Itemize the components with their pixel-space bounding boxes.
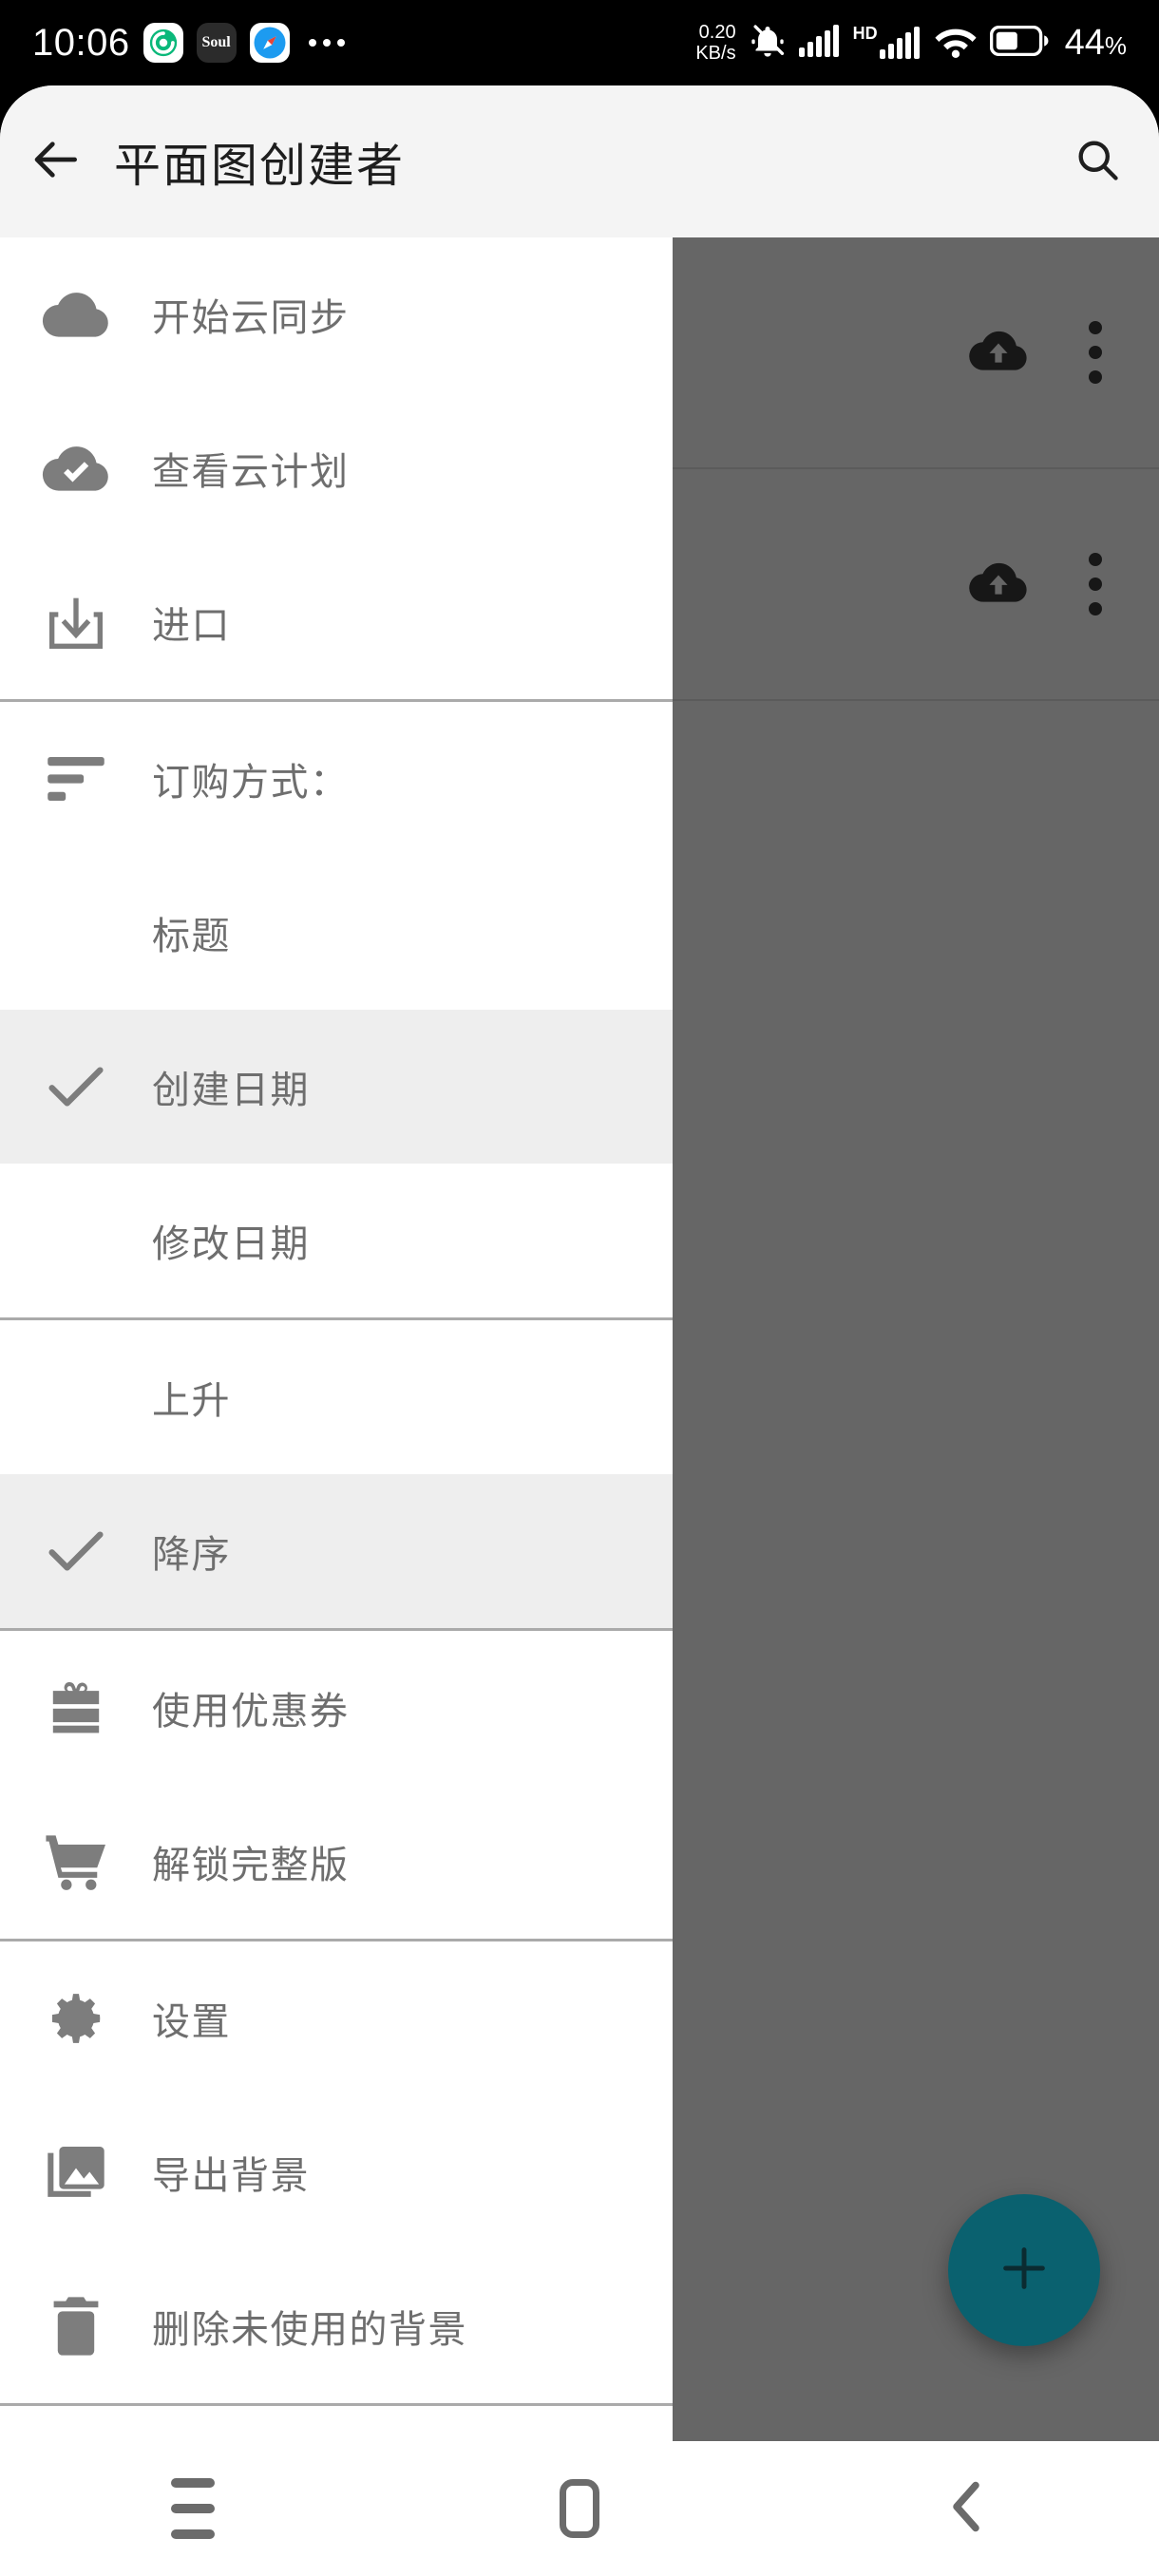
back-arrow-icon	[30, 133, 84, 191]
drawer-item-cloud-sync[interactable]: 开始云同步	[0, 237, 673, 391]
drawer-item-sort-create-date[interactable]: 创建日期	[0, 1010, 673, 1164]
drawer-scroll-container: 开始云同步 查看云计划 进口 订购方式： 标题 创建日期 修改日期 上升 降序 …	[0, 237, 673, 2441]
import-download-icon	[0, 592, 152, 653]
page-title: 平面图创建者	[114, 140, 406, 192]
drawer-item-label: 标题	[152, 916, 231, 957]
sort-icon	[0, 757, 152, 801]
image-export-icon	[0, 2143, 152, 2202]
chevron-left-icon	[942, 2478, 990, 2540]
cloud-check-icon	[0, 442, 152, 495]
drawer-item-label: 查看云计划	[152, 451, 350, 493]
status-bar-right: 0.20 KB/s HD 44%	[695, 22, 1127, 65]
drawer-item-import[interactable]: 进口	[0, 545, 673, 699]
silent-bell-icon	[749, 22, 787, 65]
status-bar-left: 10:06 Soul	[32, 22, 345, 65]
drawer-item-label: 开始云同步	[152, 297, 350, 339]
drawer-item-label: 使用优惠券	[152, 1691, 350, 1733]
add-plan-fab[interactable]	[948, 2194, 1100, 2346]
drawer-item-label: 降序	[152, 1534, 231, 1576]
drawer-item-label: 订购方式：	[152, 762, 350, 804]
drawer-item-order-ascending[interactable]: 上升	[0, 1320, 673, 1474]
cloud-icon	[0, 288, 152, 341]
data-rate-unit: KB/s	[695, 43, 736, 64]
check-icon	[0, 1060, 152, 1113]
drawer-item-sort-by[interactable]: 订购方式：	[0, 702, 673, 856]
data-rate: 0.20 KB/s	[695, 22, 735, 64]
battery-percent: 44%	[1064, 22, 1127, 63]
home-square-icon	[559, 2479, 599, 2538]
search-icon	[1073, 135, 1122, 189]
status-clock: 10:06	[32, 21, 130, 64]
content-area: 开始云同步 查看云计划 进口 订购方式： 标题 创建日期 修改日期 上升 降序 …	[0, 237, 1159, 2441]
wifi-icon	[934, 24, 978, 63]
system-nav-bar	[0, 2441, 1159, 2576]
drawer-item-label: 修改日期	[152, 1223, 310, 1265]
app-bar: 平面图创建者	[0, 85, 1159, 237]
drawer-item-label: 进口	[152, 605, 231, 647]
drawer-item-settings[interactable]: 设置	[0, 1941, 673, 2095]
check-icon	[0, 1525, 152, 1578]
compass-browser-icon	[249, 23, 290, 63]
hd-label-icon: HD	[853, 25, 922, 59]
search-button[interactable]	[1036, 135, 1159, 189]
drawer-item-label: 导出背景	[152, 2155, 310, 2197]
drawer-item-label: 设置	[152, 2001, 231, 2043]
drawer-item-partial[interactable]	[0, 2406, 673, 2441]
drawer-item-use-coupon[interactable]: 使用优惠券	[0, 1631, 673, 1785]
back-nav-button[interactable]	[871, 2441, 1061, 2576]
shopping-cart-icon	[0, 1832, 152, 1891]
battery-icon	[989, 25, 1049, 61]
drawer-item-label: 删除未使用的背景	[152, 2309, 467, 2351]
home-button[interactable]	[484, 2441, 674, 2576]
camera-shutter-icon	[142, 23, 183, 63]
navigation-drawer[interactable]: 开始云同步 查看云计划 进口 订购方式： 标题 创建日期 修改日期 上升 降序 …	[0, 237, 673, 2441]
plus-icon	[995, 2239, 1054, 2302]
menu-lines-icon	[171, 2478, 216, 2539]
drawer-item-order-descending[interactable]: 降序	[0, 1474, 673, 1628]
more-dots-icon	[308, 39, 345, 47]
data-rate-value: 0.20	[698, 22, 736, 43]
status-bar: 10:06 Soul 0.20 KB/s HD 44%	[0, 0, 1159, 85]
trash-icon	[0, 2295, 152, 2358]
back-button[interactable]	[0, 133, 114, 191]
recents-button[interactable]	[98, 2441, 288, 2576]
app-window: 平面图创建者 开始云同步 查看云计划 进口 订购方式： 标题 创建日期 修改日期…	[0, 85, 1159, 2441]
drawer-item-view-cloud-plans[interactable]: 查看云计划	[0, 391, 673, 545]
drawer-item-label: 解锁完整版	[152, 1845, 350, 1886]
drawer-item-delete-unused-backgrounds[interactable]: 删除未使用的背景	[0, 2249, 673, 2403]
gift-card-icon	[0, 1678, 152, 1737]
signal-bars-icon	[798, 24, 841, 62]
soul-app-icon: Soul	[196, 23, 237, 63]
drawer-item-export-backgrounds[interactable]: 导出背景	[0, 2095, 673, 2249]
drawer-item-unlock-full-version[interactable]: 解锁完整版	[0, 1785, 673, 1939]
drawer-item-label: 创建日期	[152, 1070, 310, 1111]
drawer-item-sort-modify-date[interactable]: 修改日期	[0, 1164, 673, 1317]
drawer-item-sort-title[interactable]: 标题	[0, 856, 673, 1010]
drawer-item-label: 上升	[152, 1380, 231, 1422]
gear-icon	[0, 1987, 152, 2050]
